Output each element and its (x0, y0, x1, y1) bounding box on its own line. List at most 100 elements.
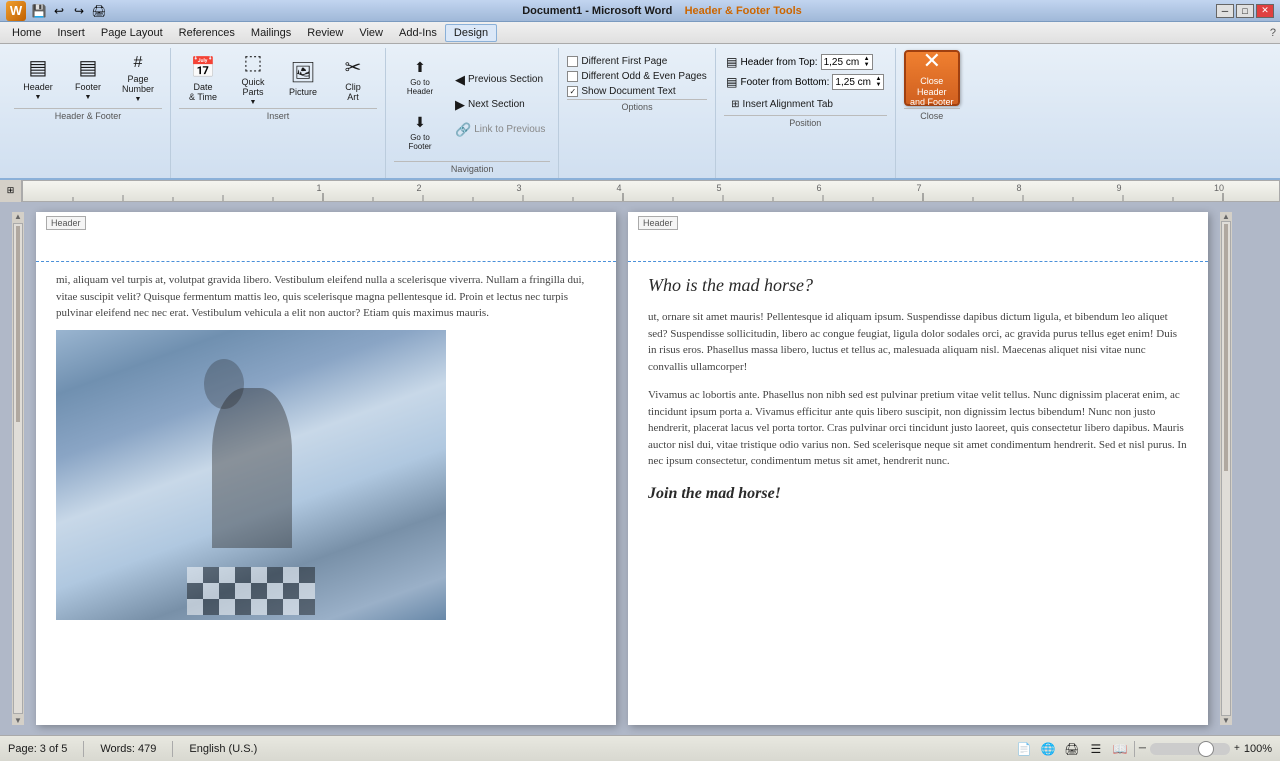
svg-text:6: 6 (816, 183, 821, 193)
menu-bar: Home Insert Page Layout References Maili… (0, 22, 1280, 44)
zoom-out-button[interactable]: ─ (1139, 743, 1146, 754)
status-sep-1 (83, 741, 84, 757)
chess-board-visual (187, 567, 315, 615)
header-top-input[interactable]: 1,25 cm ▲ ▼ (821, 54, 873, 70)
minimize-button[interactable]: ─ (1216, 4, 1234, 18)
page-number-icon: # (134, 54, 143, 72)
words-count: Words: 479 (100, 743, 156, 755)
picture-icon: 🖼 (290, 60, 315, 85)
diff-odd-even-checkbox[interactable] (567, 71, 578, 82)
scroll-up-arrow[interactable]: ▲ (14, 212, 22, 221)
undo-button[interactable]: ↩ (50, 2, 68, 20)
goto-footer-label: Go toFooter (408, 133, 431, 151)
date-time-icon: 📅 (191, 55, 216, 80)
date-time-button[interactable]: 📅 Date& Time (179, 50, 227, 106)
right-scroll-up[interactable]: ▲ (1222, 212, 1230, 221)
print-button[interactable]: 🖨 (90, 2, 108, 20)
show-doc-text-label: Show Document Text (581, 86, 675, 97)
footer-button[interactable]: ▤ Footer ▼ (64, 50, 112, 106)
ruler-bar: 1 2 3 4 5 6 7 8 9 10 (22, 180, 1280, 202)
navigation-group-label: Navigation (394, 161, 550, 174)
prev-section-icon: ◀ (455, 72, 465, 88)
menu-review[interactable]: Review (299, 25, 351, 41)
person-silhouette (212, 388, 292, 548)
menu-addins[interactable]: Add-Ins (391, 25, 445, 41)
link-prev-button[interactable]: 🔗 Link to Previous (450, 119, 550, 141)
position-inputs: ▤ Header from Top: 1,25 cm ▲ ▼ ▤ Footer … (726, 54, 884, 113)
menu-view[interactable]: View (351, 25, 391, 41)
insert-align-tab-button[interactable]: ⊞ Insert Alignment Tab (726, 96, 884, 113)
help-button[interactable]: ? (1270, 27, 1276, 39)
close-group-label: Close (904, 108, 960, 121)
page-subtitle: Join the mad horse! (648, 482, 1188, 506)
v-scrollbar-thumb[interactable] (16, 226, 20, 422)
header-top-spinner[interactable]: ▲ ▼ (864, 56, 870, 68)
clip-art-label: ClipArt (345, 82, 361, 102)
goto-footer-button[interactable]: ⬇ Go toFooter (394, 105, 446, 159)
redo-button[interactable]: ↪ (70, 2, 88, 20)
clip-art-button[interactable]: ✂ ClipArt (329, 50, 377, 106)
menu-mailings[interactable]: Mailings (243, 25, 299, 41)
right-scroll-down[interactable]: ▼ (1222, 716, 1230, 725)
view-outline-icon[interactable]: ☰ (1086, 739, 1106, 759)
link-prev-label: Link to Previous (474, 124, 545, 135)
close-button[interactable]: ✕ (1256, 4, 1274, 18)
header-top-row: ▤ Header from Top: 1,25 cm ▲ ▼ (726, 54, 884, 70)
goto-header-button[interactable]: ⬆ Go toHeader (394, 50, 446, 104)
zoom-slider[interactable] (1150, 743, 1230, 755)
insert-align-icon: ⊞ (731, 99, 739, 110)
right-vscroll-track[interactable] (1221, 221, 1231, 716)
save-button[interactable]: 💾 (30, 2, 48, 20)
language-indicator: English (U.S.) (189, 743, 257, 755)
right-page-header[interactable]: Header (628, 212, 1208, 262)
ribbon-group-navigation: ⬆ Go toHeader ⬇ Go toFooter ◀ Previous S… (386, 48, 559, 178)
close-header-footer-button[interactable]: ✕ Close Headerand Footer (904, 50, 960, 106)
page-number-button[interactable]: # PageNumber ▼ (114, 50, 162, 106)
picture-button[interactable]: 🖼 Picture (279, 50, 327, 106)
menu-references[interactable]: References (171, 25, 243, 41)
prev-section-button[interactable]: ◀ Previous Section (450, 69, 550, 91)
menu-insert[interactable]: Insert (49, 25, 93, 41)
word-logo-icon[interactable]: W (6, 1, 26, 21)
header-top-value: 1,25 cm (824, 57, 860, 68)
right-vscroll-thumb[interactable] (1224, 224, 1228, 471)
show-doc-text-checkbox[interactable]: ✓ (567, 86, 578, 97)
ruler-corner[interactable]: ⊞ (0, 180, 22, 202)
maximize-button[interactable]: □ (1236, 4, 1254, 18)
right-scrollbar: ▲ ▼ (1220, 212, 1232, 725)
footer-bottom-input[interactable]: 1,25 cm ▲ ▼ (832, 74, 884, 90)
menu-design[interactable]: Design (445, 24, 497, 42)
view-reading-icon[interactable]: 📖 (1110, 739, 1130, 759)
header-footer-group-label: Header & Footer (14, 108, 162, 121)
header-label: Header (23, 82, 53, 92)
title-bar: W 💾 ↩ ↪ 🖨 Document1 - Microsoft Word Hea… (0, 0, 1280, 22)
menu-page-layout[interactable]: Page Layout (93, 25, 171, 41)
zoom-level: 100% (1244, 743, 1272, 755)
ribbon-group-close: ✕ Close Headerand Footer Close (896, 48, 968, 178)
next-section-button[interactable]: ▶ Next Section (450, 94, 550, 116)
v-scrollbar-track[interactable] (13, 223, 23, 714)
diff-first-checkbox[interactable] (567, 56, 578, 67)
zoom-thumb[interactable] (1198, 741, 1214, 757)
svg-text:8: 8 (1016, 183, 1021, 193)
view-web-icon[interactable]: 🌐 (1038, 739, 1058, 759)
view-print-icon[interactable]: 🖨 (1062, 739, 1082, 759)
scroll-down-arrow[interactable]: ▼ (14, 716, 22, 725)
svg-text:4: 4 (616, 183, 621, 193)
quick-parts-button[interactable]: ⬚ QuickParts ▼ (229, 50, 277, 106)
footer-bottom-down[interactable]: ▼ (875, 82, 881, 88)
menu-home[interactable]: Home (4, 25, 49, 41)
footer-bottom-spinner[interactable]: ▲ ▼ (875, 76, 881, 88)
nav-small-buttons: ◀ Previous Section ▶ Next Section 🔗 Link… (450, 50, 550, 159)
view-normal-icon[interactable]: 📄 (1014, 739, 1034, 759)
quick-access-toolbar: 💾 ↩ ↪ 🖨 (30, 2, 108, 20)
header-from-top-icon: ▤ (726, 55, 737, 69)
header-button[interactable]: ▤ Header ▼ (14, 50, 62, 106)
insert-align-label: Insert Alignment Tab (743, 99, 833, 110)
left-margin-indicators: ▲ ▼ (12, 212, 24, 725)
zoom-in-button[interactable]: + (1234, 743, 1240, 754)
header-top-down[interactable]: ▼ (864, 62, 870, 68)
ruler-area: ⊞ (0, 180, 1280, 202)
left-page-header[interactable]: Header (36, 212, 616, 262)
quick-parts-icon: ⬚ (244, 50, 263, 75)
